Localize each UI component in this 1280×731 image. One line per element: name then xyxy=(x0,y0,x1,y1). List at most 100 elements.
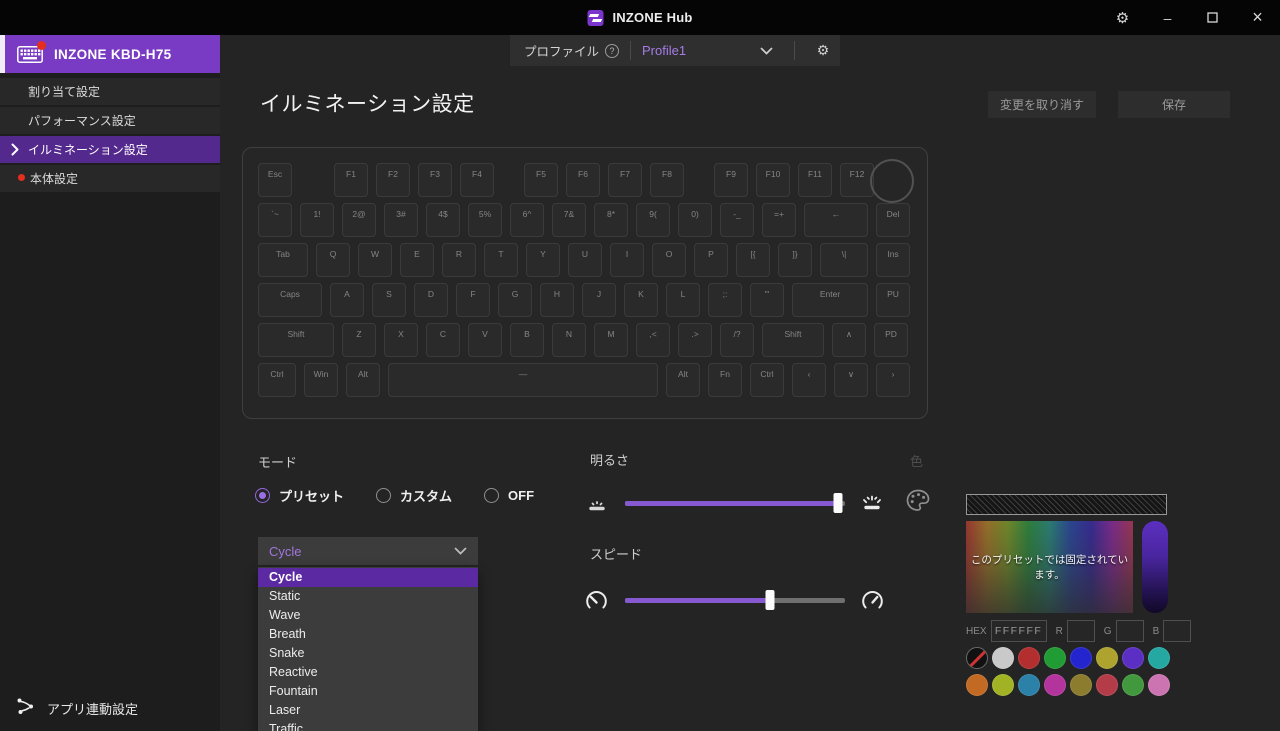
keyboard-key[interactable]: Enter xyxy=(792,283,868,317)
keyboard-key[interactable]: Q xyxy=(316,243,350,277)
color-swatch[interactable] xyxy=(1070,647,1092,669)
color-swatch[interactable] xyxy=(1096,674,1118,696)
color-swatch[interactable] xyxy=(1122,647,1144,669)
keyboard-key[interactable]: E xyxy=(400,243,434,277)
keyboard-key[interactable]: Tab xyxy=(258,243,308,277)
keyboard-key[interactable]: [{ xyxy=(736,243,770,277)
color-swatch[interactable] xyxy=(992,674,1014,696)
keyboard-key[interactable]: O xyxy=(652,243,686,277)
keyboard-key[interactable]: .> xyxy=(678,323,712,357)
color-swatch[interactable] xyxy=(992,647,1014,669)
keyboard-key[interactable]: S xyxy=(372,283,406,317)
keyboard-key[interactable]: Y xyxy=(526,243,560,277)
keyboard-key[interactable]: F5 xyxy=(524,163,558,197)
keyboard-key[interactable]: '" xyxy=(750,283,784,317)
preset-option[interactable]: Wave xyxy=(258,606,478,625)
preset-option[interactable]: Traffic xyxy=(258,720,478,731)
keyboard-key[interactable]: 5% xyxy=(468,203,502,237)
keyboard-key[interactable]: 8* xyxy=(594,203,628,237)
keyboard-key[interactable]: Ctrl xyxy=(750,363,784,397)
color-value-slider[interactable] xyxy=(1142,521,1168,613)
sidebar-item-device-settings[interactable]: 本体設定 xyxy=(0,165,220,192)
color-swatch[interactable] xyxy=(1148,674,1170,696)
swatch-none[interactable] xyxy=(966,647,988,669)
color-swatch[interactable] xyxy=(1018,674,1040,696)
keyboard-key[interactable]: L xyxy=(666,283,700,317)
keyboard-key[interactable]: -_ xyxy=(720,203,754,237)
keyboard-key[interactable]: W xyxy=(358,243,392,277)
keyboard-key[interactable]: Shift xyxy=(762,323,824,357)
keyboard-key[interactable]: U xyxy=(568,243,602,277)
keyboard-key[interactable]: M xyxy=(594,323,628,357)
keyboard-key[interactable]: 6^ xyxy=(510,203,544,237)
keyboard-key[interactable]: Fn xyxy=(708,363,742,397)
volume-knob[interactable] xyxy=(870,159,914,203)
keyboard-key[interactable]: F12 xyxy=(840,163,874,197)
keyboard-key[interactable]: ‹ xyxy=(792,363,826,397)
keyboard-key[interactable]: Shift xyxy=(258,323,334,357)
keyboard-key[interactable]: F1 xyxy=(334,163,368,197)
keyboard-key[interactable]: F7 xyxy=(608,163,642,197)
slider-thumb[interactable] xyxy=(766,590,775,610)
keyboard-key[interactable]: N xyxy=(552,323,586,357)
keyboard-key[interactable]: ∨ xyxy=(834,363,868,397)
keyboard-key[interactable]: F8 xyxy=(650,163,684,197)
undo-changes-button[interactable]: 変更を取り消す xyxy=(988,91,1096,118)
keyboard-key[interactable]: PD xyxy=(874,323,908,357)
keyboard-key[interactable]: F6 xyxy=(566,163,600,197)
keyboard-key[interactable]: Z xyxy=(342,323,376,357)
preset-option[interactable]: Laser xyxy=(258,701,478,720)
keyboard-key[interactable]: X xyxy=(384,323,418,357)
keyboard-key[interactable]: 1! xyxy=(300,203,334,237)
keyboard-key[interactable]: Alt xyxy=(346,363,380,397)
profile-settings-gear-icon[interactable]: ⚙ xyxy=(806,35,840,66)
radio-preset[interactable]: プリセット xyxy=(255,486,344,505)
keyboard-key[interactable]: F2 xyxy=(376,163,410,197)
keyboard-key[interactable]: F10 xyxy=(756,163,790,197)
keyboard-key[interactable]: =+ xyxy=(762,203,796,237)
keyboard-key[interactable]: Del xyxy=(876,203,910,237)
keyboard-key[interactable]: ← xyxy=(804,203,868,237)
slider-thumb[interactable] xyxy=(834,493,843,513)
keyboard-key[interactable]: F9 xyxy=(714,163,748,197)
g-input[interactable] xyxy=(1116,620,1144,642)
keyboard-key[interactable]: 2@ xyxy=(342,203,376,237)
color-swatch[interactable] xyxy=(1044,674,1066,696)
color-swatch[interactable] xyxy=(1070,674,1092,696)
keyboard-key[interactable]: ∧ xyxy=(832,323,866,357)
maximize-button[interactable] xyxy=(1190,0,1235,35)
keyboard-key[interactable]: F3 xyxy=(418,163,452,197)
keyboard-key[interactable]: 9( xyxy=(636,203,670,237)
keyboard-key[interactable]: Ins xyxy=(876,243,910,277)
hex-input[interactable] xyxy=(991,620,1047,642)
keyboard-key[interactable]: Win xyxy=(304,363,338,397)
b-input[interactable] xyxy=(1163,620,1191,642)
keyboard-key[interactable]: A xyxy=(330,283,364,317)
sidebar-item-key-assign[interactable]: 割り当て設定 xyxy=(0,78,220,105)
keyboard-key[interactable]: \| xyxy=(820,243,868,277)
keyboard-key[interactable]: B xyxy=(510,323,544,357)
sidebar-item-illumination[interactable]: イルミネーション設定 xyxy=(0,136,220,163)
keyboard-key[interactable]: F11 xyxy=(798,163,832,197)
color-swatch[interactable] xyxy=(1044,647,1066,669)
sidebar-item-performance[interactable]: パフォーマンス設定 xyxy=(0,107,220,134)
keyboard-key[interactable]: H xyxy=(540,283,574,317)
keyboard-key[interactable]: 0) xyxy=(678,203,712,237)
close-button[interactable]: × xyxy=(1235,0,1280,35)
preset-option[interactable]: Snake xyxy=(258,644,478,663)
preset-option[interactable]: Breath xyxy=(258,625,478,644)
keyboard-key[interactable]: T xyxy=(484,243,518,277)
help-icon[interactable]: ? xyxy=(605,44,619,58)
keyboard-key[interactable]: P xyxy=(694,243,728,277)
radio-off[interactable]: OFF xyxy=(484,486,534,505)
keyboard-key[interactable]: V xyxy=(468,323,502,357)
speed-slider[interactable] xyxy=(625,598,845,603)
brightness-slider[interactable] xyxy=(625,501,845,506)
app-settings-gear-icon[interactable]: ⚙ xyxy=(1100,0,1145,35)
color-swatch[interactable] xyxy=(1148,647,1170,669)
radio-custom[interactable]: カスタム xyxy=(376,486,452,505)
keyboard-key[interactable]: K xyxy=(624,283,658,317)
color-swatch[interactable] xyxy=(1096,647,1118,669)
preset-select[interactable]: Cycle xyxy=(258,537,478,565)
keyboard-key[interactable]: /? xyxy=(720,323,754,357)
